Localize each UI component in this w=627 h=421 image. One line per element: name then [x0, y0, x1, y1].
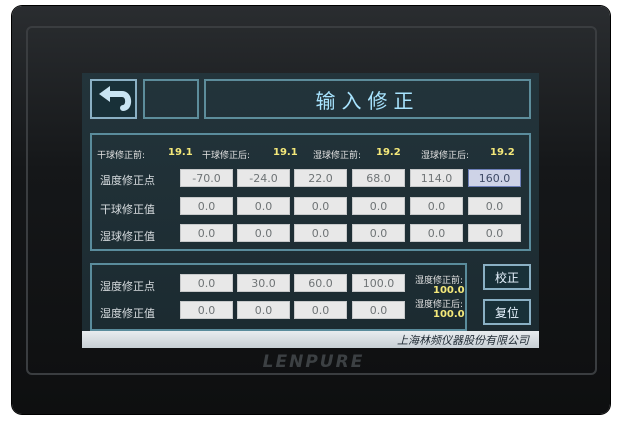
humidity-point-1[interactable]: 0.0 [180, 274, 233, 292]
calibrate-button[interactable]: 校正 [483, 264, 531, 290]
temp-point-label: 温度修正点 [100, 174, 155, 187]
back-button[interactable] [90, 79, 137, 119]
temp-point-5[interactable]: 114.0 [410, 169, 463, 187]
dry-before-value: 19.1 [168, 147, 193, 158]
reset-button[interactable]: 复位 [483, 299, 531, 325]
humidity-point-2[interactable]: 30.0 [237, 274, 290, 292]
humidity-point-4[interactable]: 100.0 [352, 274, 405, 292]
title-row: 输入修正 [90, 78, 531, 120]
dry-correction-2[interactable]: 0.0 [237, 197, 290, 215]
wet-correction-6[interactable]: 0.0 [468, 224, 521, 242]
humidity-point-3[interactable]: 60.0 [294, 274, 347, 292]
dry-after-label: 干球修正后: [202, 151, 251, 161]
temp-point-6[interactable]: 160.0 [468, 169, 521, 187]
temp-point-2[interactable]: -24.0 [237, 169, 290, 187]
device-brand-label: LENPURE [262, 352, 365, 372]
wet-correction-3[interactable]: 0.0 [294, 224, 347, 242]
footer-bar: 上海林频仪器股份有限公司 [82, 331, 539, 348]
dry-correction-6[interactable]: 0.0 [468, 197, 521, 215]
temp-point-1[interactable]: -70.0 [180, 169, 233, 187]
dry-correction-1[interactable]: 0.0 [180, 197, 233, 215]
dry-correction-label: 干球修正值 [100, 203, 155, 216]
humidity-after-value: 100.0 [433, 309, 465, 320]
dry-correction-3[interactable]: 0.0 [294, 197, 347, 215]
hmi-screen: 输入修正 干球修正前: 19.1 干球修正后: 19.1 湿球修正前: 19.2… [82, 73, 539, 348]
humidity-correction-label: 湿度修正值 [100, 307, 155, 320]
humidity-correction-2[interactable]: 0.0 [237, 301, 290, 319]
dry-after-value: 19.1 [273, 147, 298, 158]
wet-correction-label: 湿球修正值 [100, 230, 155, 243]
humidity-point-label: 湿度修正点 [100, 280, 155, 293]
back-arrow-icon [99, 86, 132, 111]
temp-point-4[interactable]: 68.0 [352, 169, 405, 187]
humidity-correction-4[interactable]: 0.0 [352, 301, 405, 319]
title-box: 输入修正 [204, 79, 531, 119]
dry-before-label: 干球修正前: [97, 151, 146, 161]
dry-correction-4[interactable]: 0.0 [352, 197, 405, 215]
page-title: 输入修正 [315, 88, 420, 113]
humidity-correction-1[interactable]: 0.0 [180, 301, 233, 319]
wet-before-label: 湿球修正前: [313, 151, 362, 161]
blank-indicator-box [143, 79, 199, 119]
humidity-before-value: 100.0 [433, 285, 465, 296]
wet-before-value: 19.2 [376, 147, 401, 158]
wet-correction-1[interactable]: 0.0 [180, 224, 233, 242]
wet-after-value: 19.2 [490, 147, 515, 158]
wet-correction-4[interactable]: 0.0 [352, 224, 405, 242]
temp-point-3[interactable]: 22.0 [294, 169, 347, 187]
company-name: 上海林频仪器股份有限公司 [397, 334, 529, 347]
humidity-correction-3[interactable]: 0.0 [294, 301, 347, 319]
wet-correction-2[interactable]: 0.0 [237, 224, 290, 242]
wet-after-label: 湿球修正后: [421, 151, 470, 161]
wet-correction-5[interactable]: 0.0 [410, 224, 463, 242]
dry-correction-5[interactable]: 0.0 [410, 197, 463, 215]
